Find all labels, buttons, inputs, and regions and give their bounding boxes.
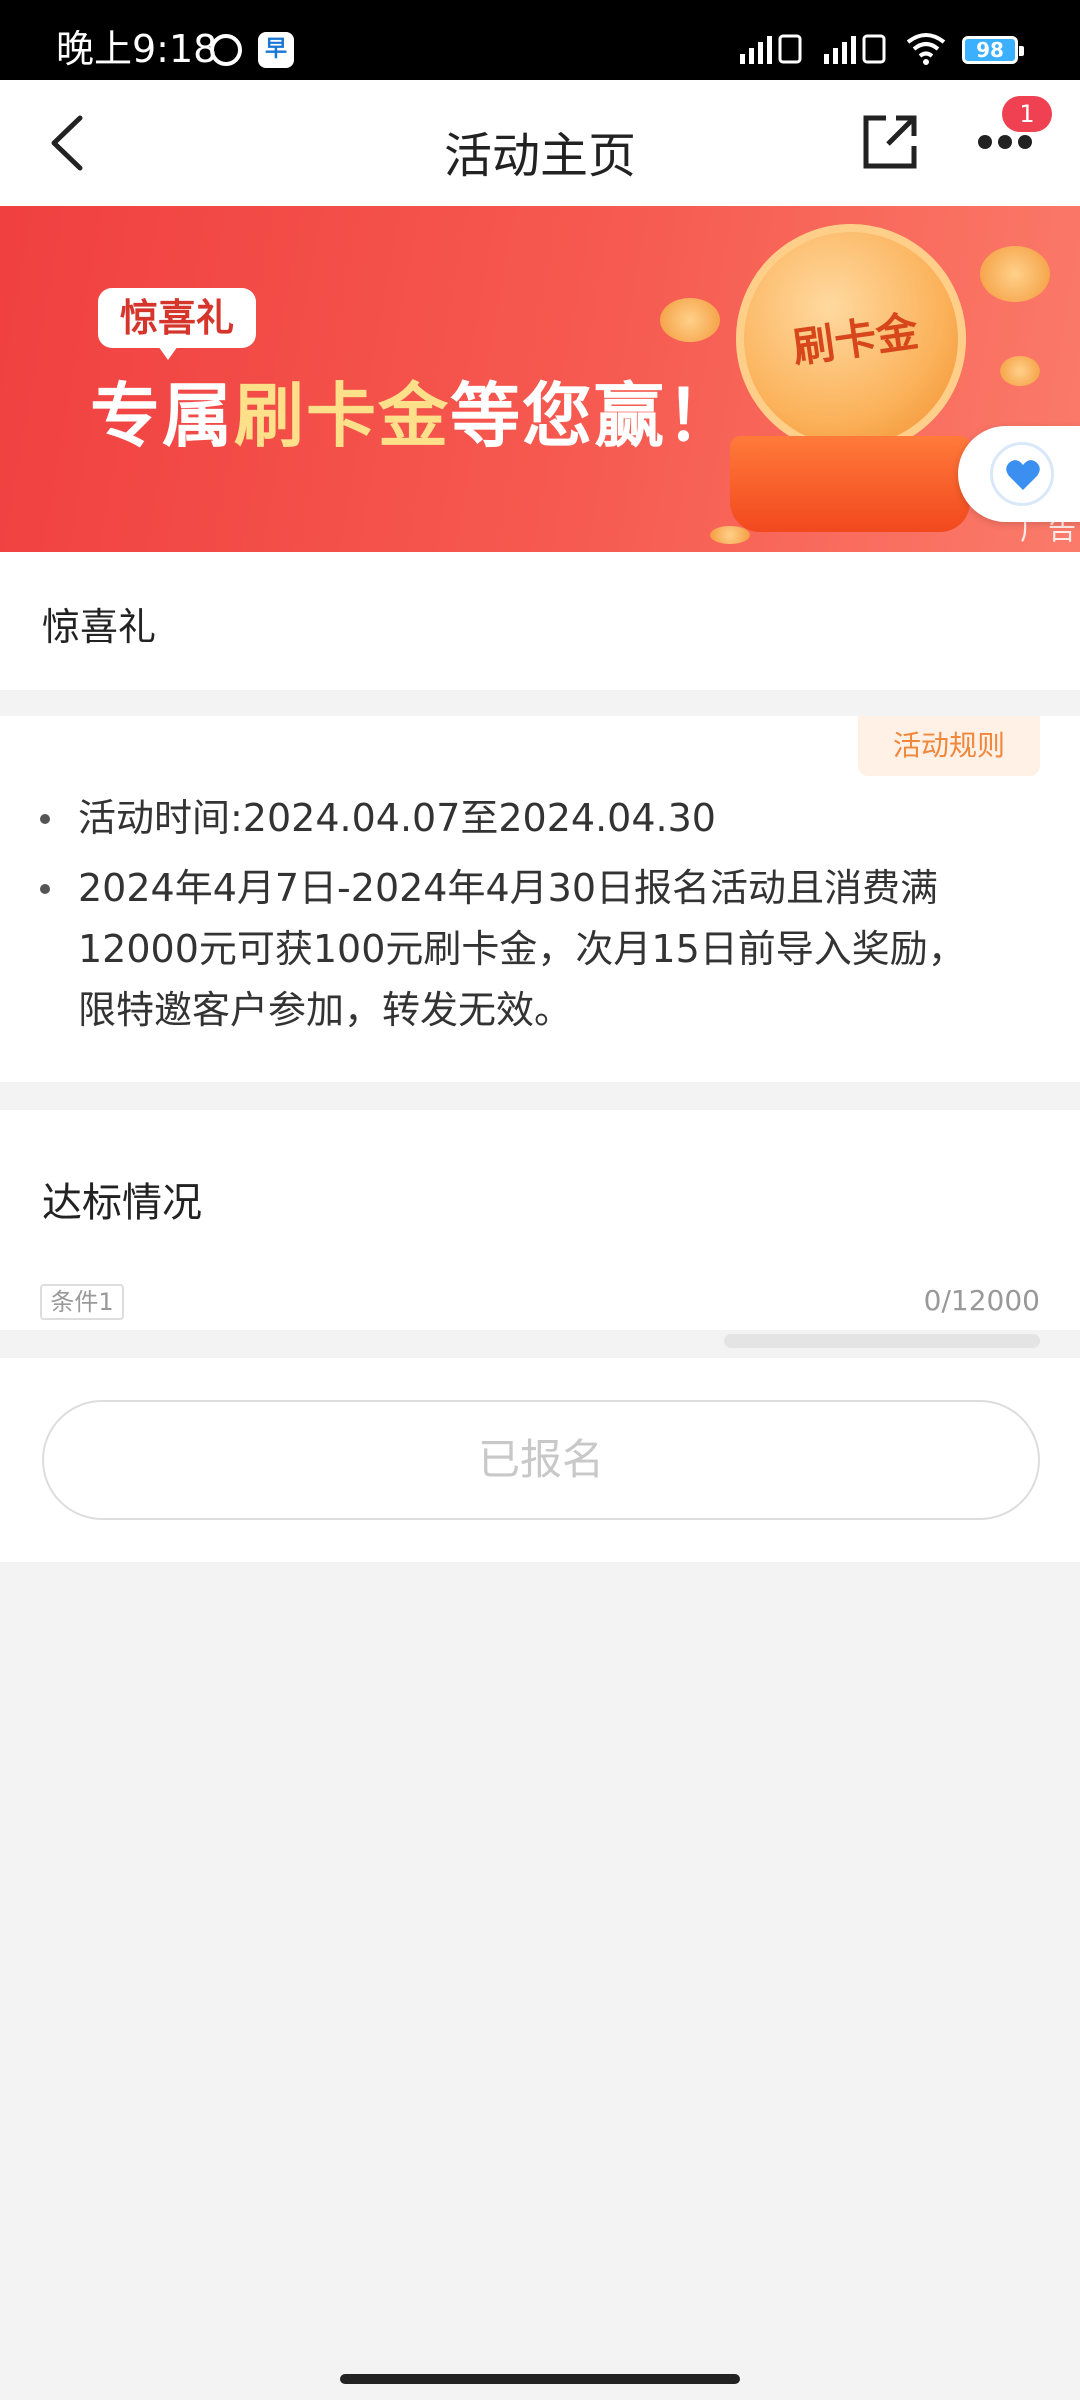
headline-part1: 专属 xyxy=(90,375,234,457)
heart-icon xyxy=(1006,460,1040,490)
headline-highlight: 刷卡金 xyxy=(234,375,450,457)
nav-bar: 活动主页 1 xyxy=(0,80,1080,206)
bullet-dot xyxy=(40,814,50,824)
coin-decoration xyxy=(660,298,720,342)
rule-line: 12000元可获100元刷卡金，次月15日前导入奖励， xyxy=(78,927,966,971)
progress-card: 达标情况 条件1 0/12000 xyxy=(0,1110,1080,1330)
home-indicator[interactable] xyxy=(340,2374,740,2384)
app-notification-icon: 早 xyxy=(258,32,294,68)
notification-badge: 1 xyxy=(1002,96,1052,132)
favorite-button[interactable] xyxy=(958,426,1080,522)
share-icon[interactable] xyxy=(858,110,922,174)
coin-decoration xyxy=(1000,356,1040,386)
banner-headline: 专属刷卡金等您赢！ xyxy=(90,360,738,461)
activity-name-row: 惊喜礼 xyxy=(0,552,1080,690)
battery-icon: 98 xyxy=(962,36,1024,64)
activity-name: 惊喜礼 xyxy=(42,605,157,649)
coin-decoration xyxy=(710,526,750,544)
alarm-icon xyxy=(210,34,242,66)
bullet-dot xyxy=(40,884,50,894)
condition-label: 条件1 xyxy=(40,1284,124,1320)
progress-count: 0/12000 xyxy=(923,1284,1040,1317)
action-area: 已报名 xyxy=(0,1358,1080,1562)
status-bar: 晚上9:18 早 98 xyxy=(0,0,1080,80)
basket-illustration xyxy=(730,436,970,532)
rules-card: 活动规则 活动时间:2024.04.07至2024.04.30 2024年4月7… xyxy=(0,716,1080,1082)
headline-part2: 等您赢！ xyxy=(450,375,738,457)
progress-title: 达标情况 xyxy=(42,1180,202,1226)
rule-line: 2024年4月7日-2024年4月30日报名活动且消费满 xyxy=(78,866,939,910)
promo-banner[interactable]: 惊喜礼 专属刷卡金等您赢！ 刷卡金 广告 xyxy=(0,206,1080,552)
rule-line: 活动时间:2024.04.07至2024.04.30 xyxy=(78,796,716,840)
rule-item-time: 活动时间:2024.04.07至2024.04.30 xyxy=(78,788,716,849)
progress-bar xyxy=(724,1334,1040,1348)
status-time: 晚上9:18 xyxy=(56,27,218,71)
signal-icon-2 xyxy=(824,34,886,64)
wifi-icon xyxy=(906,33,946,65)
rule-line: 限特邀客户参加，转发无效。 xyxy=(78,988,573,1032)
rules-button[interactable]: 活动规则 xyxy=(858,716,1040,776)
banner-tag: 惊喜礼 xyxy=(98,288,257,360)
signal-icon xyxy=(740,34,802,64)
more-icon[interactable] xyxy=(978,134,1042,154)
coin-decoration xyxy=(980,246,1050,302)
rule-item-detail: 2024年4月7日-2024年4月30日报名活动且消费满 12000元可获100… xyxy=(78,858,966,1041)
registered-button[interactable]: 已报名 xyxy=(42,1400,1040,1520)
